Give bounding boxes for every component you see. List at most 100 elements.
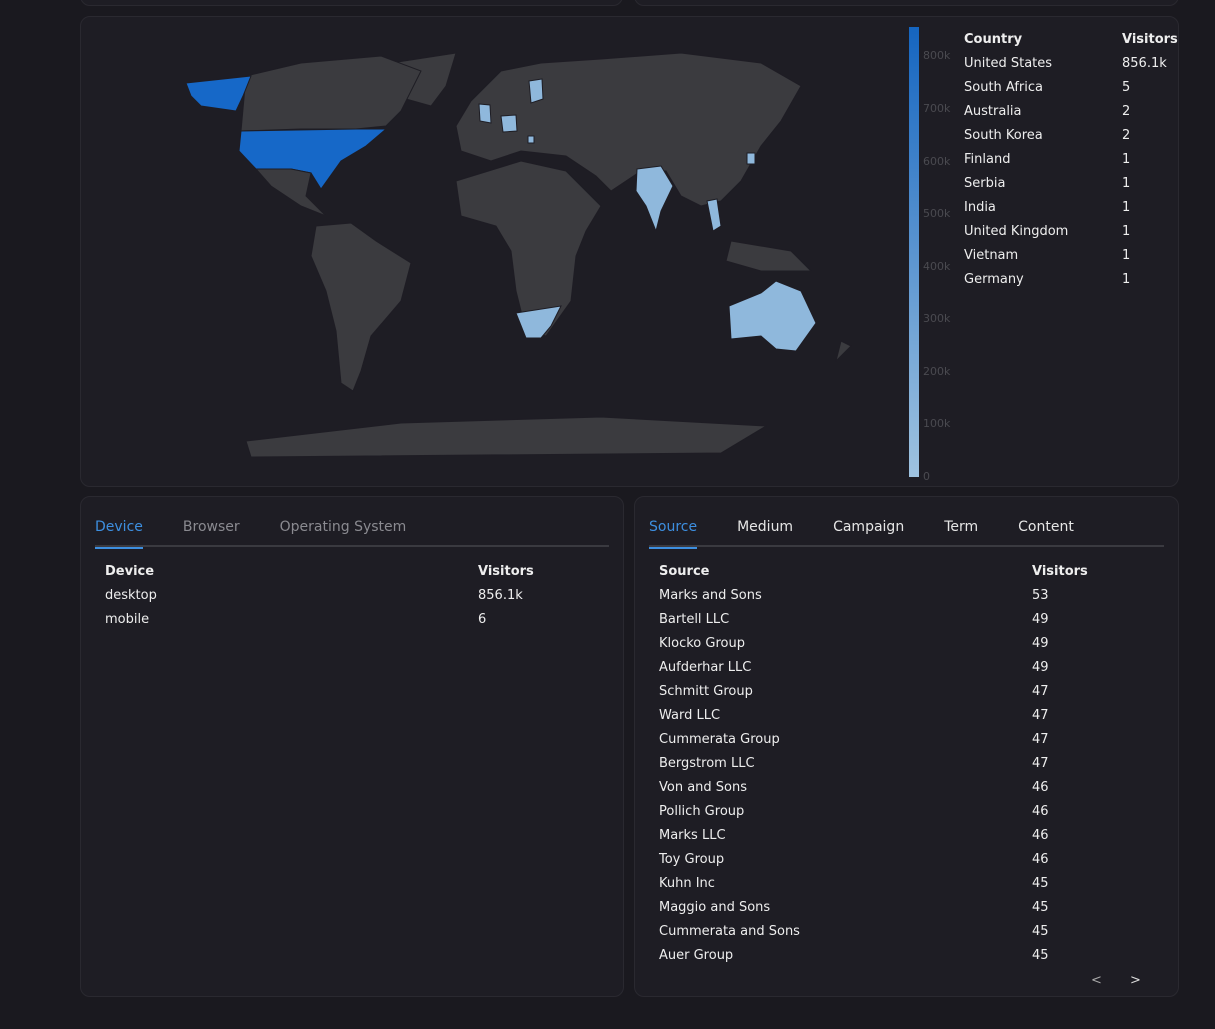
row-label: Germany [964,271,1024,287]
table-row[interactable]: Vietnam 1 [964,243,1169,267]
table-row[interactable]: Von and Sons 46 [659,775,1079,799]
row-visitors: 1 [1122,199,1131,215]
row-visitors: 2 [1122,103,1131,119]
row-label: Marks LLC [659,827,726,843]
next-page-button[interactable]: > [1130,973,1141,988]
table-row[interactable]: South Korea 2 [964,123,1169,147]
row-visitors: 45 [1032,947,1049,963]
row-label: Finland [964,151,1011,167]
tab-browser[interactable]: Browser [183,511,240,547]
table-row[interactable]: Toy Group 46 [659,847,1079,871]
top-right-card-partial [634,0,1179,6]
country-table: Country Visitors United States 856.1k Sout… [964,27,1178,291]
continent-africa[interactable] [455,160,602,337]
table-row[interactable]: Australia 2 [964,99,1169,123]
table-row[interactable]: Marks and Sons 53 [659,583,1079,607]
color-scale-tick: 100k [923,417,951,431]
table-row[interactable]: Kuhn Inc 45 [659,871,1079,895]
row-label: United States [964,55,1053,71]
table-row[interactable]: United States 856.1k [964,51,1169,75]
row-label: Auer Group [659,947,734,963]
continent-south-america[interactable] [310,222,412,392]
row-label: Vietnam [964,247,1019,263]
tab-term[interactable]: Term [944,511,978,547]
prev-page-button[interactable]: < [1091,973,1102,988]
row-label: Serbia [964,175,1006,191]
row-label: India [964,199,996,215]
table-row[interactable]: desktop 856.1k [105,583,535,607]
row-label: mobile [105,611,150,627]
country-australia[interactable] [728,280,817,352]
country-alaska-us[interactable] [185,75,252,112]
row-label: Marks and Sons [659,587,762,603]
row-label: Schmitt Group [659,683,753,699]
tab-medium[interactable]: Medium [737,511,793,547]
table-row[interactable]: Bergstrom LLC 47 [659,751,1079,775]
table-row[interactable]: Schmitt Group 47 [659,679,1079,703]
table-row[interactable]: Ward LLC 47 [659,703,1079,727]
table-row[interactable]: Cummerata and Sons 45 [659,919,1079,943]
table-row[interactable]: Maggio and Sons 45 [659,895,1079,919]
country-united-kingdom[interactable] [478,103,492,124]
row-visitors: 2 [1122,127,1131,143]
row-label: desktop [105,587,157,603]
table-row[interactable]: Pollich Group 46 [659,799,1079,823]
row-visitors: 46 [1032,803,1049,819]
row-visitors: 46 [1032,779,1049,795]
row-visitors: 46 [1032,851,1049,867]
table-row[interactable]: mobile 6 [105,607,535,631]
row-label: Bartell LLC [659,611,730,627]
row-label: United Kingdom [964,223,1069,239]
table-row[interactable]: South Africa 5 [964,75,1169,99]
tab-content[interactable]: Content [1018,511,1074,547]
tab-source[interactable]: Source [649,511,698,549]
country-united-states[interactable] [238,128,388,190]
country-canada[interactable] [240,55,422,132]
color-scale-tick: 200k [923,364,951,378]
table-row[interactable]: Serbia 1 [964,171,1169,195]
country-south-korea[interactable] [746,152,756,165]
row-visitors: 6 [478,611,487,627]
table-row[interactable]: United Kingdom 1 [964,219,1169,243]
row-visitors: 1 [1122,175,1131,191]
device-card: Device Browser Operating System Device Visi… [80,496,624,997]
row-visitors: 49 [1032,611,1049,627]
source-tabs: Source Medium Campaign Term Content [649,511,1164,549]
table-row[interactable]: Germany 1 [964,267,1169,291]
table-row[interactable]: Finland 1 [964,147,1169,171]
color-scale-tick: 800k [923,49,951,63]
tab-device[interactable]: Device [95,511,143,549]
country-india[interactable] [635,165,674,233]
row-visitors: 45 [1032,923,1049,939]
country-serbia[interactable] [527,135,535,144]
tab-operating-system[interactable]: Operating System [280,511,407,547]
country-germany[interactable] [500,114,518,133]
table-row[interactable]: Bartell LLC 49 [659,607,1079,631]
country-new-zealand[interactable] [835,340,852,363]
tab-campaign[interactable]: Campaign [833,511,904,547]
table-row[interactable]: Auer Group 45 [659,943,1079,967]
row-label: Kuhn Inc [659,875,715,891]
visitors-header: Visitors [478,563,534,579]
row-label: Pollich Group [659,803,745,819]
table-row[interactable]: Klocko Group 49 [659,631,1079,655]
color-scale-tick: 300k [923,312,951,326]
continent-antarctica[interactable] [245,416,768,458]
row-visitors: 53 [1032,587,1049,603]
country-table-header: Country Visitors [964,27,1178,51]
table-row[interactable]: Aufderhar LLC 49 [659,655,1079,679]
row-visitors: 49 [1032,659,1049,675]
source-header: Source [659,563,710,579]
table-row[interactable]: India 1 [964,195,1169,219]
table-row[interactable]: Marks LLC 46 [659,823,1079,847]
table-row[interactable]: Cummerata Group 47 [659,727,1079,751]
color-scale-tick: 500k [923,207,951,221]
country-finland[interactable] [528,78,544,104]
color-scale-tick: 700k [923,102,951,116]
row-label: Ward LLC [659,707,721,723]
row-visitors: 1 [1122,247,1131,263]
country-vietnam[interactable] [706,198,722,232]
color-scale-bar [909,27,919,477]
row-label: Von and Sons [659,779,748,795]
region-southeast-asia-islands[interactable] [725,240,813,272]
